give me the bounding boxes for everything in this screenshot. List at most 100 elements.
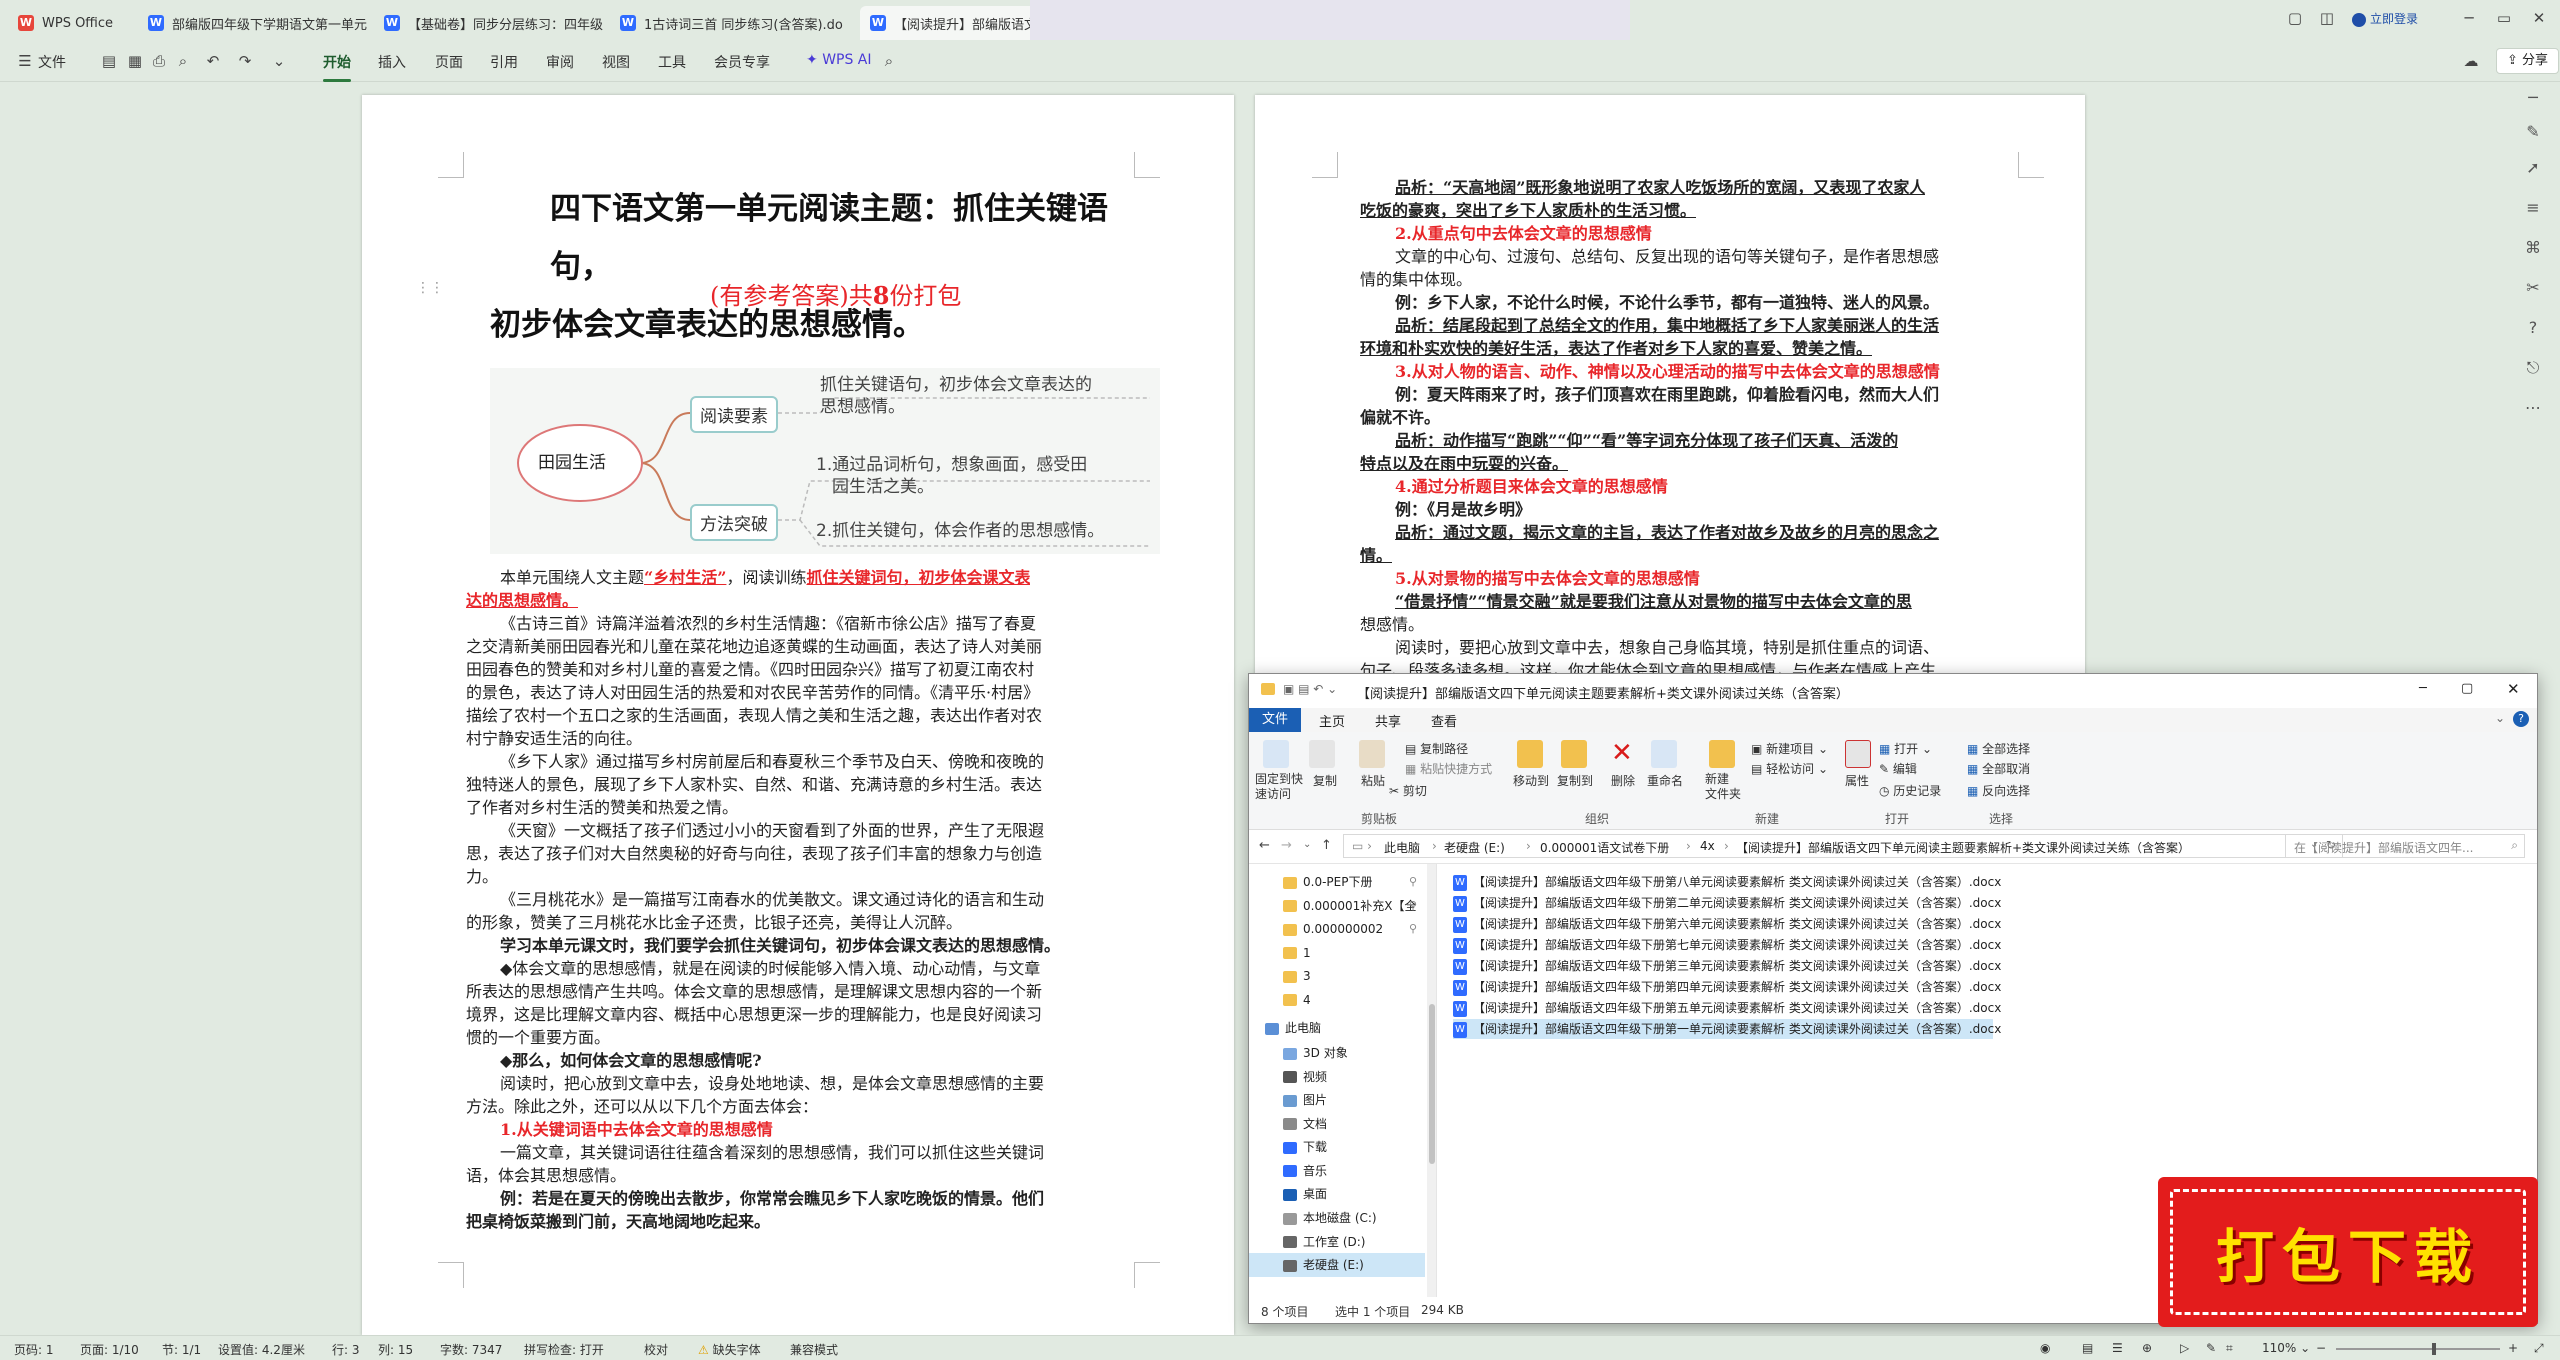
new-folder-button[interactable]: 新建 文件夹 — [1705, 772, 1741, 802]
breadcrumb-item[interactable]: 4x — [1700, 839, 1715, 853]
nav-location[interactable]: 文档 — [1249, 1112, 1425, 1136]
export-pdf-icon[interactable]: ▦ — [126, 52, 144, 70]
play-icon[interactable]: ▷ — [2180, 1341, 2189, 1355]
breadcrumb-item[interactable]: 老硬盘 (E:) — [1444, 839, 1505, 856]
status-missing-font[interactable]: ⚠ 缺失字体 — [698, 1341, 761, 1358]
status-proof[interactable]: 校对 — [644, 1341, 668, 1358]
fullscreen-icon[interactable]: ⤢ — [2534, 1341, 2544, 1356]
delete-button[interactable]: 删除 — [1611, 772, 1635, 789]
menu-review[interactable]: 审阅 — [546, 52, 574, 72]
nav-folder[interactable]: 4 — [1249, 988, 1425, 1012]
window-layout-icon[interactable]: ▢ — [2286, 9, 2304, 27]
search-input[interactable]: 在【阅读提升】部编版语文四年... ⌕ — [2285, 834, 2525, 858]
nav-folder[interactable]: 1 — [1249, 941, 1425, 965]
minimize-icon[interactable]: ─ — [2419, 681, 2427, 696]
file-item[interactable]: W 【阅读提升】部编版语文四年级下册第三单元阅读要素解析 类文阅读课外阅读过关（含… — [1453, 956, 2001, 976]
new-item-button[interactable]: ▣ 新建项目 ⌄ — [1751, 740, 1828, 757]
nav-folder[interactable]: 0.000001补充X【全 ⚲ — [1249, 894, 1425, 918]
mindmap-figure[interactable]: 田园生活 阅读要素 方法突破 抓住关键语句，初步体会文章表达的 思想感情。 1.通… — [490, 368, 1160, 554]
maximize-icon[interactable]: ▭ — [2495, 9, 2513, 27]
zoom-select[interactable]: 110% ⌄ — [2262, 1341, 2310, 1355]
pin-button[interactable]: 固定到快 速访问 — [1255, 772, 1303, 802]
nav-location[interactable]: 音乐 — [1249, 1159, 1425, 1183]
menu-reference[interactable]: 引用 — [490, 52, 518, 72]
file-item[interactable]: W 【阅读提升】部编版语文四年级下册第八单元阅读要素解析 类文阅读课外阅读过关（含… — [1453, 872, 2001, 892]
write-icon[interactable]: ✎ — [2206, 1341, 2216, 1355]
status-row[interactable]: 行: 3 — [332, 1341, 360, 1358]
rename-button[interactable]: 重命名 — [1647, 772, 1683, 789]
more-icon[interactable]: ⌄ — [270, 52, 288, 70]
nav-location[interactable]: 本地磁盘 (C:) — [1249, 1206, 1425, 1230]
invert-selection-button[interactable]: ▦ 反向选择 — [1967, 782, 2030, 799]
save-icon[interactable]: ▤ — [100, 52, 118, 70]
web-view-icon[interactable]: ⊕ — [2142, 1341, 2152, 1355]
edit-button[interactable]: ✎ 编辑 — [1879, 760, 1917, 777]
tab-share[interactable]: 共享 — [1375, 711, 1401, 730]
help-icon[interactable]: ? — [2513, 711, 2529, 727]
download-banner[interactable]: 打包下载 — [2158, 1177, 2538, 1327]
forward-icon[interactable]: → — [1281, 838, 1292, 853]
tab-home[interactable]: 主页 — [1319, 711, 1345, 730]
nav-folder[interactable]: 0.0-PEP下册 ⚲ — [1249, 870, 1425, 894]
pen-icon[interactable]: ✎ — [2521, 120, 2545, 144]
paste-shortcut-button[interactable]: ▦ 粘贴快捷方式 — [1405, 760, 1492, 777]
address-bar[interactable]: ▭ › 此电脑 › 老硬盘 (E:) › 0.000001语文试卷下册 › 4x… — [1343, 834, 2343, 858]
status-col[interactable]: 列: 15 — [378, 1341, 413, 1358]
nav-location[interactable]: 3D 对象 — [1249, 1041, 1425, 1065]
menu-view[interactable]: 视图 — [602, 52, 630, 72]
share-button[interactable]: ⇪ 分享 — [2496, 48, 2560, 74]
undo-icon[interactable]: ↶ — [204, 52, 222, 70]
menu-insert[interactable]: 插入 — [378, 52, 406, 72]
cut-button[interactable]: ✂ 剪切 — [1389, 782, 1427, 799]
nav-location[interactable]: 工作室 (D:) — [1249, 1230, 1425, 1254]
breadcrumb-item[interactable]: 0.000001语文试卷下册 — [1540, 839, 1669, 856]
easy-access-button[interactable]: ▤ 轻松访问 ⌄ — [1751, 760, 1828, 777]
file-item[interactable]: W 【阅读提升】部编版语文四年级下册第四单元阅读要素解析 类文阅读课外阅读过关（含… — [1453, 977, 2001, 997]
properties-button[interactable]: 属性 — [1845, 772, 1869, 789]
close-icon[interactable]: ✕ — [2507, 680, 2520, 698]
search-icon[interactable]: ⌕ — [880, 52, 898, 70]
file-item[interactable]: W 【阅读提升】部编版语文四年级下册第五单元阅读要素解析 类文阅读课外阅读过关（含… — [1453, 998, 2001, 1018]
menu-wps-ai[interactable]: ✦ WPS AI — [806, 52, 872, 68]
chevron-down-icon[interactable]: ⌄ — [2495, 711, 2505, 725]
nav-location[interactable]: 视频 — [1249, 1065, 1425, 1089]
nav-location[interactable]: 图片 — [1249, 1088, 1425, 1112]
print-icon[interactable]: ⎙ — [150, 52, 168, 70]
paste-button[interactable]: 粘贴 — [1361, 772, 1385, 789]
redo-icon[interactable]: ↷ — [236, 52, 254, 70]
tools-icon[interactable]: ✂ — [2521, 276, 2545, 300]
breadcrumb-item[interactable]: 【阅读提升】部编版语文四下单元阅读主题要素解析+类文课外阅读过关练（含答案） — [1736, 839, 2190, 856]
translate-icon[interactable]: ⌘ — [2521, 236, 2545, 260]
menu-member[interactable]: 会员专享 — [714, 52, 770, 72]
fit-icon[interactable]: ⌗ — [2226, 1341, 2233, 1356]
file-item[interactable]: W 【阅读提升】部编版语文四年级下册第一单元阅读要素解析 类文阅读课外阅读过关（含… — [1453, 1019, 2001, 1039]
outline-view-icon[interactable]: ☰ — [2112, 1341, 2123, 1355]
up-icon[interactable]: ↑ — [1321, 838, 1332, 853]
nav-folder[interactable]: 3 — [1249, 964, 1425, 988]
skin-icon[interactable]: ◫ — [2318, 9, 2336, 27]
nav-location[interactable]: 下载 — [1249, 1135, 1425, 1159]
minimize-icon[interactable]: ─ — [2460, 9, 2478, 27]
menu-page[interactable]: 页面 — [435, 52, 463, 72]
status-pages[interactable]: 页面: 1/10 — [80, 1341, 139, 1358]
tab-document-3[interactable]: W 1古诗词三首 同步练习(含答案).do — [610, 6, 850, 40]
select-icon[interactable]: ➚ — [2521, 156, 2545, 180]
tab-wps-home[interactable]: W WPS Office — [8, 6, 138, 40]
comment-icon[interactable]: ☁ — [2462, 52, 2480, 70]
print-preview-icon[interactable]: ⌕ — [174, 52, 192, 70]
eye-icon[interactable]: ◉ — [2040, 1341, 2050, 1355]
nav-scrollbar[interactable] — [1427, 864, 1436, 1298]
status-setting[interactable]: 设置值: 4.2厘米 — [218, 1341, 305, 1358]
menu-tools[interactable]: 工具 — [658, 52, 686, 72]
zoom-out-icon[interactable]: − — [2316, 1341, 2326, 1355]
recent-chevron-icon[interactable]: ⌄ — [1303, 839, 1311, 850]
drag-handle-icon[interactable]: ⋮⋮ — [416, 280, 444, 296]
history-button[interactable]: ◷ 历史记录 — [1879, 782, 1941, 799]
help-icon[interactable]: ? — [2521, 316, 2545, 340]
nav-folder[interactable]: 0.000000002 ⚲ — [1249, 917, 1425, 941]
menu-home[interactable]: 开始 — [323, 52, 351, 82]
maximize-icon[interactable]: ▢ — [2461, 681, 2473, 696]
tab-document-1[interactable]: W 部编版四年级下学期语文第一单元 — [138, 6, 374, 40]
file-item[interactable]: W 【阅读提升】部编版语文四年级下册第七单元阅读要素解析 类文阅读课外阅读过关（含… — [1453, 935, 2001, 955]
page-view-icon[interactable]: ▤ — [2082, 1341, 2093, 1355]
